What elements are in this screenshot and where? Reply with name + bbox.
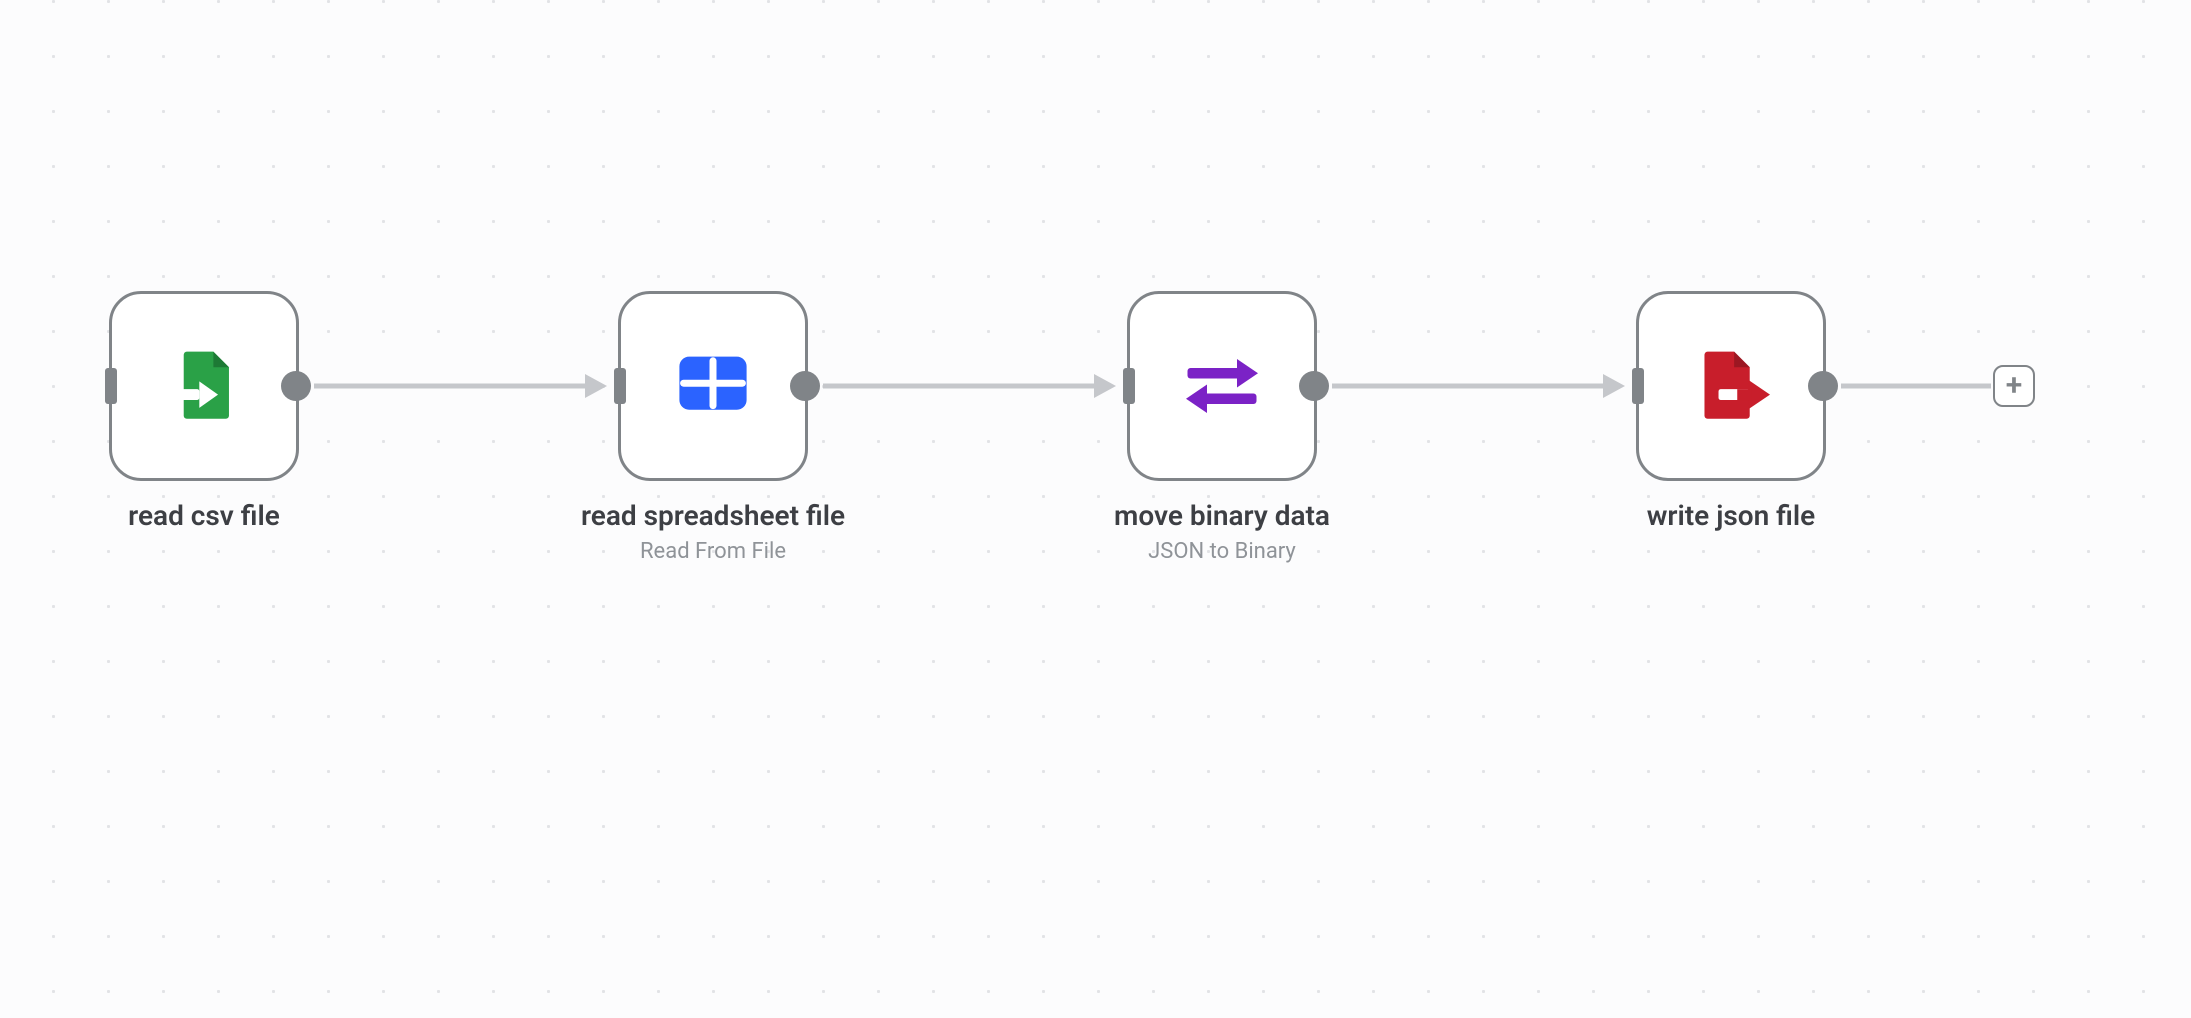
edge-arrowhead-icon <box>1603 374 1625 398</box>
node-labels: read spreadsheet file Read From File <box>543 499 883 565</box>
node-labels: read csv file <box>34 499 374 533</box>
file-export-icon <box>1686 341 1776 431</box>
output-port[interactable] <box>790 371 820 401</box>
convert-arrows-icon <box>1177 341 1267 431</box>
node-title: move binary data <box>1052 499 1392 533</box>
edge-arrowhead-icon <box>1094 374 1116 398</box>
input-port[interactable] <box>1123 368 1135 404</box>
spreadsheet-icon <box>668 341 758 431</box>
node-labels: move binary data JSON to Binary <box>1052 499 1392 565</box>
input-port[interactable] <box>614 368 626 404</box>
node-box[interactable] <box>618 291 808 481</box>
node-box[interactable] <box>1636 291 1826 481</box>
node-subtitle: JSON to Binary <box>1052 539 1392 565</box>
plus-icon: + <box>2006 371 2023 401</box>
output-port[interactable] <box>1808 371 1838 401</box>
add-node-button[interactable]: + <box>1993 365 2035 407</box>
input-port[interactable] <box>1632 368 1644 404</box>
output-port[interactable] <box>281 371 311 401</box>
node-box[interactable] <box>109 291 299 481</box>
output-port[interactable] <box>1299 371 1329 401</box>
file-import-icon <box>159 341 249 431</box>
node-title: read csv file <box>34 499 374 533</box>
workflow-node-n3[interactable]: move binary dataJSON to Binary <box>1127 291 1317 565</box>
workflow-node-n4[interactable]: write json file <box>1636 291 1826 533</box>
node-title: write json file <box>1561 499 1901 533</box>
node-subtitle: Read From File <box>543 539 883 565</box>
input-port[interactable] <box>105 368 117 404</box>
workflow-node-n2[interactable]: read spreadsheet fileRead From File <box>618 291 808 565</box>
node-title: read spreadsheet file <box>543 499 883 533</box>
edge-arrowhead-icon <box>585 374 607 398</box>
workflow-node-n1[interactable]: read csv file <box>109 291 299 533</box>
node-labels: write json file <box>1561 499 1901 533</box>
workflow-canvas[interactable]: read csv file read spreadsheet file Read … <box>0 0 2191 1018</box>
node-box[interactable] <box>1127 291 1317 481</box>
